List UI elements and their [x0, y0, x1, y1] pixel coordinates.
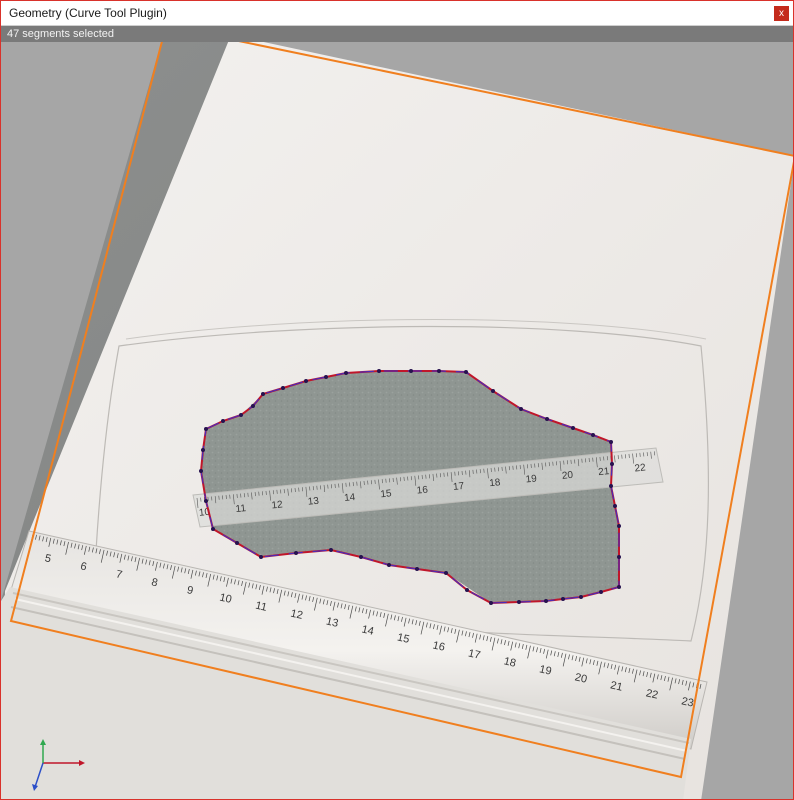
curve-node[interactable]	[199, 469, 203, 473]
curve-node[interactable]	[613, 504, 617, 508]
curve-node[interactable]	[579, 595, 583, 599]
ruler-tick-label: 15	[380, 488, 393, 500]
curve-node[interactable]	[201, 448, 205, 452]
window-title: Geometry (Curve Tool Plugin)	[9, 6, 167, 20]
ruler-tick-label: 11	[235, 503, 247, 515]
curve-node[interactable]	[221, 419, 225, 423]
curve-node[interactable]	[294, 551, 298, 555]
ruler-tick-label: 19	[525, 473, 538, 485]
curve-node[interactable]	[561, 597, 565, 601]
curve-node[interactable]	[517, 600, 521, 604]
curve-node[interactable]	[491, 389, 495, 393]
curve-node[interactable]	[324, 375, 328, 379]
ruler-tick-label: 21	[598, 466, 611, 478]
curve-node[interactable]	[377, 369, 381, 373]
curve-node[interactable]	[610, 462, 614, 466]
curve-node[interactable]	[464, 370, 468, 374]
curve-node[interactable]	[304, 379, 308, 383]
curve-node[interactable]	[409, 369, 413, 373]
ruler-tick-label: 12	[271, 499, 284, 511]
curve-node[interactable]	[609, 440, 613, 444]
selection-status: 47 segments selected	[7, 28, 115, 40]
curve-node[interactable]	[599, 590, 603, 594]
curve-node[interactable]	[617, 524, 621, 528]
curve-node[interactable]	[251, 404, 255, 408]
ruler-tick-label: 20	[561, 470, 574, 482]
curve-node[interactable]	[235, 541, 239, 545]
ruler-tick-label: 17	[453, 481, 466, 493]
scene-canvas[interactable]: 10 11 12 13 14 15 16 17 18 19 20 21 22 5678910111213…	[1, 42, 793, 799]
curve-node[interactable]	[519, 407, 523, 411]
ruler-tick-label: 16	[416, 485, 429, 497]
status-bar: 47 segments selected	[1, 26, 793, 42]
curve-node[interactable]	[437, 369, 441, 373]
curve-node[interactable]	[444, 571, 448, 575]
title-bar[interactable]: Geometry (Curve Tool Plugin) x	[1, 1, 793, 26]
curve-node[interactable]	[329, 548, 333, 552]
curve-node[interactable]	[571, 426, 575, 430]
curve-node[interactable]	[239, 413, 243, 417]
curve-node[interactable]	[344, 371, 348, 375]
curve-node[interactable]	[617, 585, 621, 589]
curve-node[interactable]	[545, 417, 549, 421]
curve-node[interactable]	[415, 567, 419, 571]
curve-node[interactable]	[259, 555, 263, 559]
curve-node[interactable]	[489, 601, 493, 605]
ruler-tick-label: 14	[344, 492, 357, 504]
curve-node[interactable]	[465, 588, 469, 592]
close-button[interactable]: x	[774, 6, 789, 21]
ruler-tick-label: 13	[307, 496, 320, 508]
curve-node[interactable]	[387, 563, 391, 567]
app-window: Geometry (Curve Tool Plugin) x 47 segmen…	[0, 0, 794, 800]
ruler-tick-label: 18	[489, 477, 502, 489]
curve-node[interactable]	[204, 499, 208, 503]
ruler-tick-label: 22	[634, 462, 647, 474]
curve-node[interactable]	[591, 433, 595, 437]
curve-node[interactable]	[204, 427, 208, 431]
3d-viewport[interactable]: 10 11 12 13 14 15 16 17 18 19 20 21 22 5 6 7 8 9 10 11 12 13…	[1, 42, 793, 799]
curve-node[interactable]	[281, 386, 285, 390]
curve-node[interactable]	[617, 555, 621, 559]
curve-node[interactable]	[609, 484, 613, 488]
curve-node[interactable]	[359, 555, 363, 559]
curve-node[interactable]	[544, 599, 548, 603]
curve-node[interactable]	[261, 392, 265, 396]
curve-node[interactable]	[211, 527, 215, 531]
